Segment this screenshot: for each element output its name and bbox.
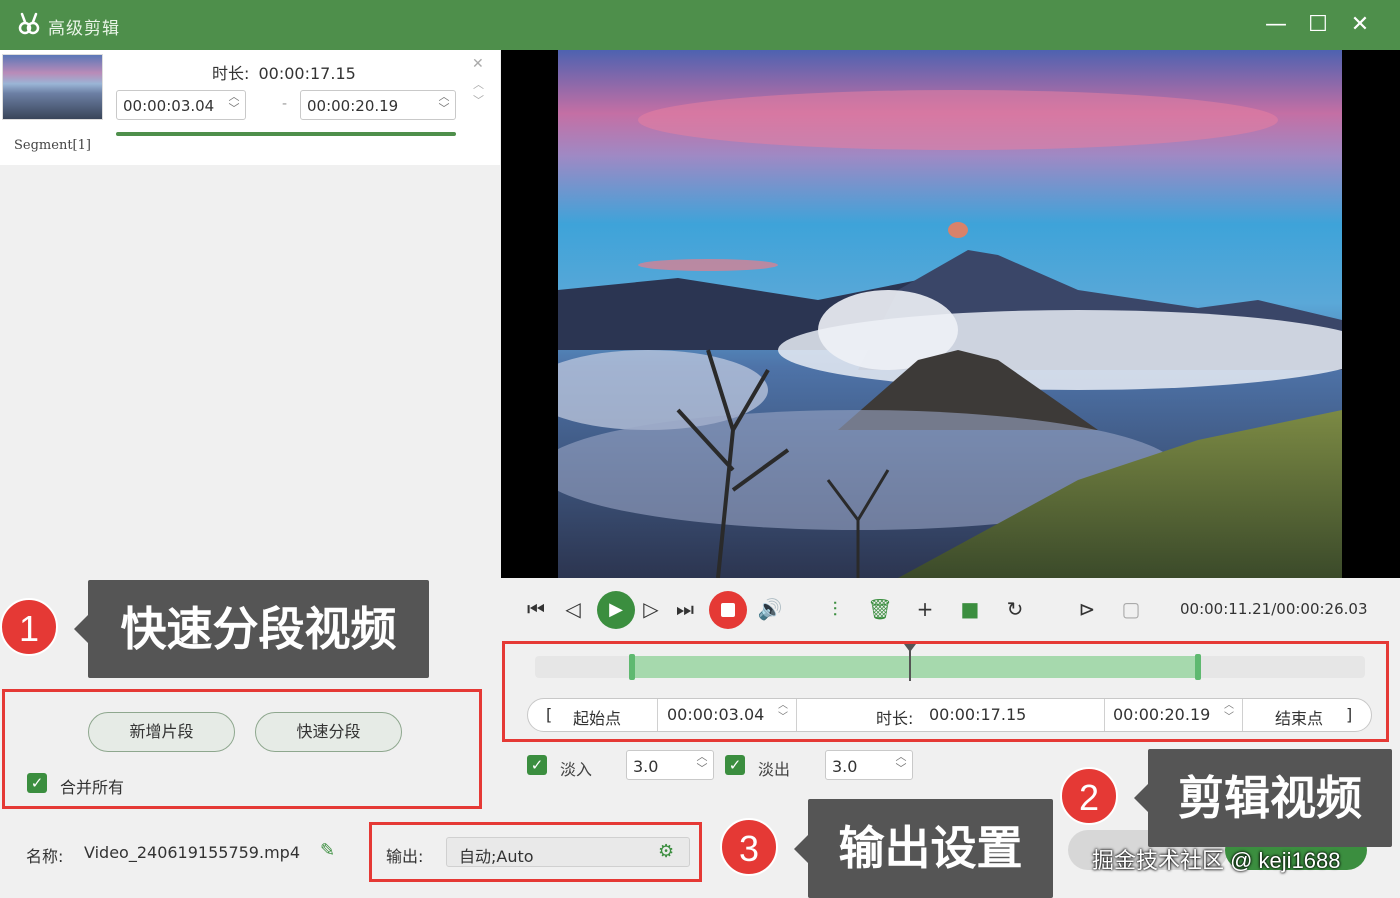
callout-pointer (1134, 784, 1148, 812)
trim-duration-value: 00:00:17.15 (929, 705, 1027, 724)
segment-range-bar (116, 132, 456, 136)
title-bar: 高级剪辑 — ☐ ✕ (0, 0, 1400, 50)
trim-end-input[interactable]: 00:00:20.19 (1113, 705, 1210, 724)
trim-start-input[interactable]: 00:00:03.04 (667, 705, 764, 724)
fade-out-value: 3.0 (832, 757, 858, 776)
fade-out-input[interactable]: 3.0 ︿ ﹀ (825, 750, 913, 780)
annotation-badge-3: 3 (720, 818, 778, 876)
callout-1-text: 快速分段视频 (120, 602, 397, 656)
timeline-start-handle[interactable] (629, 654, 635, 680)
stop-button[interactable] (709, 591, 747, 629)
segment-end-stepper-icon[interactable]: ︿ ﹀ (437, 91, 451, 119)
reset-icon[interactable]: ↻ (1000, 594, 1030, 624)
divider (657, 699, 658, 731)
callout-3-text: 输出设置 (838, 821, 1023, 875)
annotation-badge-2: 2 (1060, 767, 1118, 825)
segment-move-down-icon[interactable]: ﹀ (473, 92, 484, 108)
edit-name-icon[interactable]: ✎ (320, 840, 335, 861)
trim-start-stepper-icon[interactable]: ︿ ﹀ (778, 700, 788, 724)
set-end-button[interactable]: 结束点 (1275, 705, 1323, 729)
output-settings-gear-icon[interactable]: ⚙ (658, 841, 674, 862)
divider (1104, 699, 1105, 731)
fade-out-stepper-icon[interactable]: ︿ ﹀ (894, 751, 908, 779)
trim-end-stepper-icon[interactable]: ︿ ﹀ (1224, 700, 1234, 724)
timeline-playhead[interactable] (909, 647, 911, 681)
segment-move-up-icon[interactable]: ︿ (473, 76, 484, 92)
watermark: 掘金技术社区 @ keji1688 (1092, 848, 1341, 873)
segment-end-input[interactable]: 00:00:20.19 ︿ ﹀ (300, 90, 456, 120)
playback-timecode: 00:00:11.21/00:00:26.03 (1180, 600, 1368, 618)
callout-pointer (794, 834, 808, 863)
annotation-callout-1: 快速分段视频 (74, 580, 429, 678)
divider (1242, 699, 1243, 731)
delete-icon[interactable]: 🗑 (865, 594, 895, 624)
check-icon: ✓ (728, 756, 742, 774)
segment-duration: 时长: 00:00:17.15 (212, 60, 356, 84)
stop-icon (721, 603, 735, 617)
preview-segment-icon[interactable]: ⊳ (1072, 594, 1102, 624)
file-name-value: Video_240619155759.mp4 (84, 843, 300, 862)
split-icon[interactable]: ⫶ (820, 594, 850, 624)
check-icon: ✓ (30, 774, 44, 792)
play-icon: ▶ (609, 599, 623, 620)
trim-duration-label: 时长: (876, 709, 914, 728)
set-start-bracket[interactable]: [ (546, 705, 552, 724)
segment-start-input[interactable]: 00:00:03.04 ︿ ﹀ (116, 90, 246, 120)
fade-in-value: 3.0 (633, 757, 659, 776)
app-logo-icon (18, 12, 40, 35)
output-label: 输出: (386, 847, 424, 866)
annotation-callout-3: 输出设置 (794, 799, 1053, 898)
output-select[interactable]: 自动;Auto (446, 837, 690, 867)
segment-range-separator: - (282, 96, 288, 112)
merge-all-label: 合并所有 (60, 778, 125, 797)
file-name-label: 名称: (26, 847, 64, 866)
jump-to-end-icon[interactable]: ⏭ (670, 594, 700, 624)
segment-start-value: 00:00:03.04 (123, 97, 215, 115)
fade-in-checkbox[interactable]: ✓ (527, 755, 547, 775)
play-button[interactable]: ▶ (597, 591, 635, 629)
close-button[interactable]: ✕ (1344, 10, 1376, 40)
copy-icon[interactable]: ■ (955, 594, 985, 624)
volume-icon[interactable]: 🔊 (755, 594, 785, 624)
segment-delete-icon[interactable]: ✕ (472, 56, 484, 72)
minimize-button[interactable]: — (1260, 10, 1292, 40)
timeline-selection[interactable] (631, 656, 1201, 678)
callout-pointer (74, 615, 88, 643)
fullscreen-icon[interactable]: ▢ (1116, 594, 1146, 624)
add-segment-button[interactable]: 新增片段 (88, 712, 235, 752)
set-start-button[interactable]: 起始点 (573, 705, 621, 729)
step-back-icon[interactable]: ◁ (558, 594, 588, 624)
callout-2-text: 剪辑视频 (1178, 771, 1362, 825)
segment-duration-value: 00:00:17.15 (258, 64, 356, 83)
quick-split-button[interactable]: 快速分段 (255, 712, 402, 752)
step-forward-icon[interactable]: ▷ (636, 594, 666, 624)
set-end-bracket[interactable]: ] (1346, 705, 1352, 724)
segment-duration-label: 时长: (212, 64, 250, 83)
segment-name: Segment[1] (14, 138, 91, 153)
segment-end-value: 00:00:20.19 (307, 97, 399, 115)
playhead-marker-icon[interactable] (904, 644, 916, 652)
timeline-end-handle[interactable] (1195, 654, 1201, 680)
fade-in-stepper-icon[interactable]: ︿ ﹀ (695, 751, 709, 779)
video-frame (558, 50, 1342, 578)
fade-in-input[interactable]: 3.0 ︿ ﹀ (626, 750, 714, 780)
segment-start-stepper-icon[interactable]: ︿ ﹀ (227, 91, 241, 119)
maximize-button[interactable]: ☐ (1302, 10, 1334, 40)
add-icon[interactable]: + (910, 594, 940, 624)
annotation-callout-2: 剪辑视频 (1134, 749, 1392, 847)
fade-out-checkbox[interactable]: ✓ (725, 755, 745, 775)
check-icon: ✓ (530, 756, 544, 774)
merge-all-checkbox[interactable]: ✓ (27, 773, 47, 793)
segment-thumbnail[interactable] (2, 54, 103, 120)
fade-out-label: 淡出 (758, 760, 791, 779)
fade-in-label: 淡入 (560, 760, 593, 779)
window-title: 高级剪辑 (48, 19, 120, 39)
annotation-badge-1: 1 (0, 598, 58, 656)
jump-to-start-icon[interactable]: ⏮ (521, 594, 551, 624)
divider (796, 699, 797, 731)
